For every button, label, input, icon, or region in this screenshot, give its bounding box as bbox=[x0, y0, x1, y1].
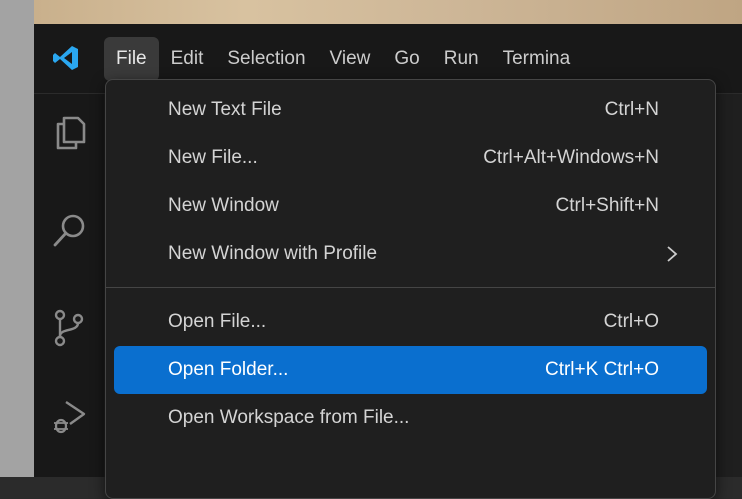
menu-item-open-workspace-from-file[interactable]: Open Workspace from File... bbox=[114, 394, 707, 442]
menu-item-new-file[interactable]: New File... Ctrl+Alt+Windows+N bbox=[114, 134, 707, 182]
menu-item-open-folder[interactable]: Open Folder... Ctrl+K Ctrl+O bbox=[114, 346, 707, 394]
menu-go[interactable]: Go bbox=[382, 37, 431, 81]
menu-terminal[interactable]: Termina bbox=[491, 37, 583, 81]
file-menu-dropdown: New Text File Ctrl+N New File... Ctrl+Al… bbox=[105, 79, 716, 499]
menu-run[interactable]: Run bbox=[432, 37, 491, 81]
menu-separator bbox=[106, 287, 715, 288]
source-control-icon[interactable] bbox=[48, 306, 92, 350]
menu-item-new-window-with-profile[interactable]: New Window with Profile bbox=[114, 230, 707, 278]
menu-bar: File Edit Selection View Go Run Termina bbox=[104, 36, 582, 82]
menu-view[interactable]: View bbox=[318, 37, 383, 81]
menu-item-new-text-file[interactable]: New Text File Ctrl+N bbox=[114, 86, 707, 134]
desktop-background-left bbox=[0, 0, 34, 477]
menu-edit[interactable]: Edit bbox=[159, 37, 216, 81]
search-icon[interactable] bbox=[48, 208, 92, 252]
menu-selection[interactable]: Selection bbox=[215, 37, 317, 81]
vscode-logo-icon[interactable] bbox=[52, 44, 80, 72]
menu-item-open-file[interactable]: Open File... Ctrl+O bbox=[114, 298, 707, 346]
desktop-background-top bbox=[34, 0, 742, 24]
activity-bar bbox=[34, 94, 104, 477]
menu-item-new-window[interactable]: New Window Ctrl+Shift+N bbox=[114, 182, 707, 230]
run-debug-icon[interactable] bbox=[48, 394, 92, 438]
chevron-right-icon bbox=[667, 246, 678, 262]
menu-file[interactable]: File bbox=[104, 37, 159, 81]
explorer-icon[interactable] bbox=[48, 110, 92, 154]
